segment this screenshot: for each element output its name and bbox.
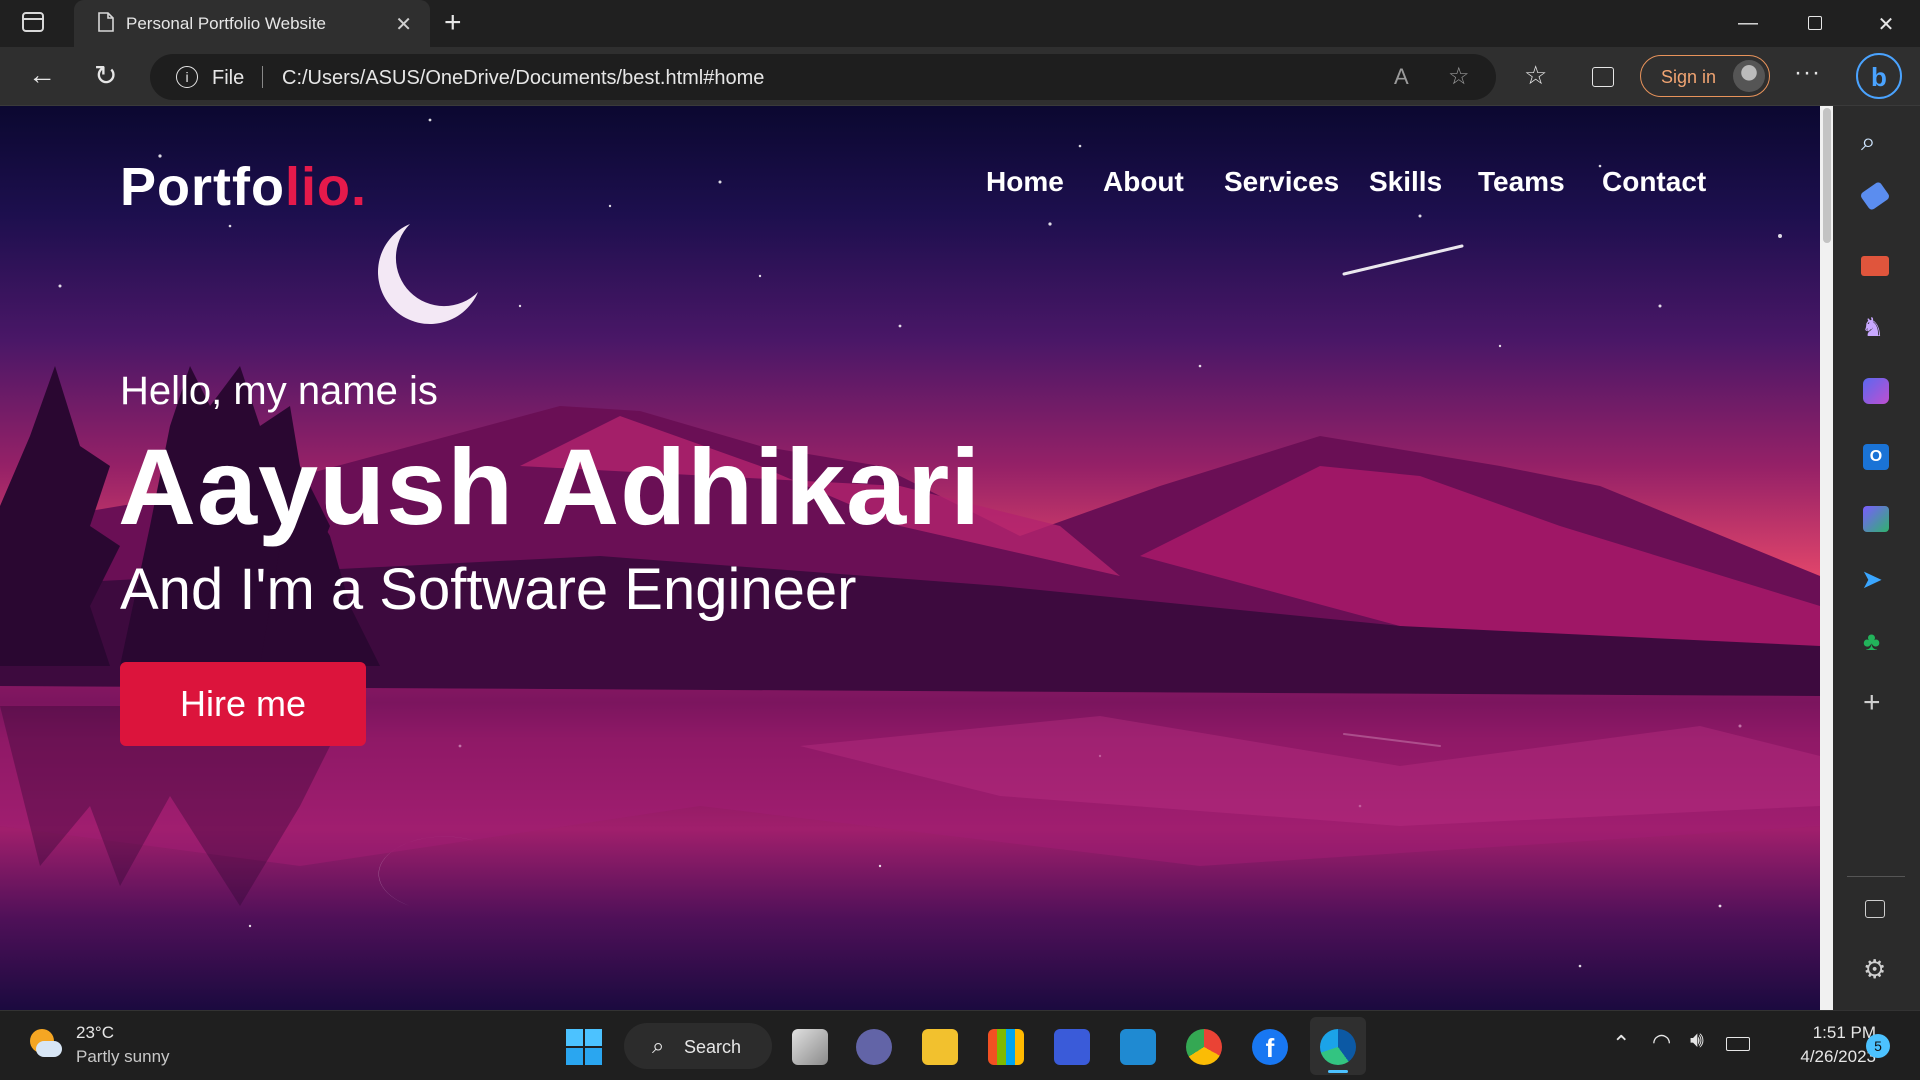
- brand-logo[interactable]: Portfolio.: [120, 156, 367, 218]
- hire-me-button[interactable]: Hire me: [120, 662, 366, 746]
- hero-role: And I'm a Software Engineer: [120, 557, 857, 622]
- clock-time[interactable]: 1:51 PM: [1770, 1023, 1876, 1043]
- weather-description[interactable]: Partly sunny: [76, 1047, 170, 1067]
- browser-tab-active[interactable]: Personal Portfolio Website ✕: [74, 0, 430, 47]
- back-icon[interactable]: ←: [28, 59, 56, 91]
- collections-icon[interactable]: [1592, 67, 1614, 87]
- scrollbar-thumb[interactable]: [1823, 108, 1831, 243]
- favorites-icon[interactable]: ☆: [1524, 60, 1547, 91]
- portfolio-page: Portfolio. Home About Services Skills Te…: [0, 106, 1820, 1010]
- tab-title: Personal Portfolio Website: [126, 14, 327, 33]
- vscode-icon[interactable]: [1120, 1029, 1156, 1065]
- sign-in-label: Sign in: [1661, 67, 1717, 87]
- nav-skills[interactable]: Skills: [1369, 166, 1442, 198]
- nav-teams[interactable]: Teams: [1478, 166, 1565, 198]
- shopping-tag-icon[interactable]: [1859, 180, 1891, 212]
- sign-in-button[interactable]: Sign in: [1640, 55, 1770, 97]
- clock-date[interactable]: 4/26/2023: [1770, 1047, 1876, 1067]
- search-icon: ⌕: [652, 1033, 665, 1058]
- add-favorite-icon[interactable]: ☆: [1448, 62, 1470, 91]
- wifi-icon[interactable]: ◠: [1652, 1029, 1671, 1055]
- send-icon[interactable]: ➤: [1861, 564, 1883, 595]
- settings-gear-icon[interactable]: ⚙: [1863, 954, 1886, 985]
- edge-taskbar-button-active[interactable]: [1310, 1017, 1366, 1075]
- chrome-icon[interactable]: [1186, 1029, 1222, 1065]
- outlook-icon[interactable]: O: [1863, 444, 1889, 470]
- refresh-icon[interactable]: ↻: [94, 59, 117, 92]
- app-icon[interactable]: [1054, 1029, 1090, 1065]
- edge-sidebar: ⌕ ♞ O ➤ ♣ + ⚙: [1833, 106, 1920, 1010]
- taskbar-search[interactable]: ⌕ Search: [624, 1023, 772, 1069]
- browser-tab-strip: Personal Portfolio Website ✕ + — ✕: [0, 0, 1920, 47]
- nav-about[interactable]: About: [1103, 166, 1184, 198]
- tab-actions-icon[interactable]: [22, 12, 44, 32]
- taskbar-search-label: Search: [684, 1037, 742, 1057]
- sidebar-divider: [1847, 876, 1905, 877]
- profile-avatar: [1733, 60, 1765, 92]
- task-view-icon[interactable]: [792, 1029, 828, 1065]
- close-window-icon[interactable]: ✕: [1866, 12, 1906, 37]
- brand-text: Portfo: [120, 157, 285, 217]
- hero-greeting: Hello, my name is: [120, 369, 438, 413]
- battery-icon[interactable]: [1726, 1037, 1750, 1051]
- show-hidden-icons-chevron-icon[interactable]: ⌃: [1612, 1031, 1630, 1057]
- notification-badge[interactable]: 5: [1866, 1034, 1890, 1058]
- url-text[interactable]: C:/Users/ASUS/OneDrive/Documents/best.ht…: [282, 67, 764, 90]
- microsoft-365-icon[interactable]: [1863, 378, 1889, 404]
- more-options-icon[interactable]: ···: [1794, 59, 1821, 87]
- windows-taskbar: 23°C Partly sunny ⌕ Search f ⌃ ◠ 🔊︎ 1:51…: [0, 1010, 1920, 1080]
- page-scrollbar[interactable]: [1820, 106, 1833, 1010]
- tools-icon[interactable]: [1861, 256, 1889, 276]
- address-scheme: File: [212, 67, 245, 89]
- address-bar[interactable]: i File C:/Users/ASUS/OneDrive/Documents/…: [150, 54, 1496, 100]
- add-sidebar-app-icon[interactable]: +: [1863, 686, 1881, 720]
- read-aloud-icon[interactable]: A: [1394, 64, 1409, 90]
- search-icon[interactable]: ⌕: [1861, 126, 1876, 158]
- restore-icon[interactable]: [1808, 16, 1822, 30]
- address-separator: [262, 66, 263, 88]
- new-tab-icon[interactable]: +: [444, 6, 462, 40]
- file-explorer-icon[interactable]: [922, 1029, 958, 1065]
- designer-icon[interactable]: [1863, 506, 1889, 532]
- microsoft-store-icon[interactable]: [988, 1029, 1024, 1065]
- nav-home[interactable]: Home: [986, 166, 1064, 198]
- bing-chat-icon[interactable]: b: [1856, 53, 1902, 99]
- brand-accent: lio.: [284, 157, 367, 217]
- tab-close-icon[interactable]: ✕: [395, 12, 412, 37]
- hero-name: Aayush Adhikari: [118, 426, 982, 547]
- teams-chat-icon[interactable]: [856, 1029, 892, 1065]
- edge-icon: [1320, 1029, 1356, 1065]
- document-icon: [98, 12, 114, 32]
- games-icon[interactable]: ♞: [1861, 312, 1884, 343]
- minimize-icon[interactable]: —: [1728, 12, 1768, 35]
- weather-icon[interactable]: [26, 1027, 64, 1065]
- hide-sidebar-icon[interactable]: [1865, 900, 1885, 918]
- nav-services[interactable]: Services: [1224, 166, 1339, 198]
- tree-icon[interactable]: ♣: [1863, 626, 1880, 657]
- info-icon[interactable]: i: [176, 66, 198, 88]
- start-windows-icon[interactable]: [566, 1029, 602, 1065]
- weather-temperature[interactable]: 23°C: [76, 1023, 114, 1043]
- volume-icon[interactable]: 🔊︎: [1690, 1027, 1704, 1053]
- browser-toolbar: ← ↻ i File C:/Users/ASUS/OneDrive/Docume…: [0, 47, 1920, 106]
- nav-contact[interactable]: Contact: [1602, 166, 1706, 198]
- facebook-icon[interactable]: f: [1252, 1029, 1288, 1065]
